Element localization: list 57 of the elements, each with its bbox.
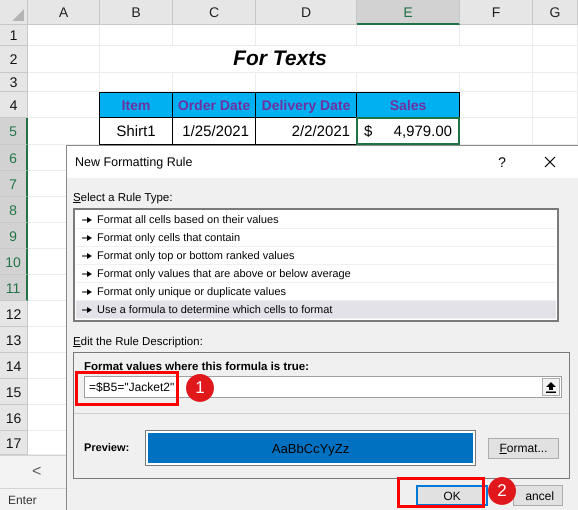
column-header[interactable]: F — [460, 0, 533, 25]
sales-amount: 4,979.00 — [394, 122, 452, 140]
currency-symbol: $ — [364, 122, 372, 140]
ok-button[interactable]: OK — [416, 485, 488, 506]
row-header[interactable]: 14 — [0, 353, 28, 379]
status-mode: Enter — [8, 492, 37, 506]
table-header: Order Date — [172, 92, 256, 118]
format-button[interactable]: Format... — [488, 438, 559, 458]
row-header[interactable]: 10 — [0, 249, 28, 275]
upload-arrow-icon — [546, 382, 556, 392]
section-label: Select a Rule Type: — [73, 192, 174, 204]
select-all-button[interactable] — [0, 0, 28, 25]
empty-cell[interactable] — [173, 25, 256, 46]
column-header[interactable]: E — [357, 0, 460, 25]
selected-cell[interactable]: $ 4,979.00 — [356, 117, 460, 145]
row-header[interactable]: 8 — [0, 197, 28, 223]
row-header[interactable]: 6 — [0, 145, 28, 171]
row-header[interactable]: 16 — [0, 405, 28, 431]
row-header[interactable]: 7 — [0, 171, 28, 197]
collapse-button[interactable] — [542, 378, 560, 396]
previous-sheet-button[interactable]: < — [28, 463, 46, 481]
row-header[interactable]: 1 — [0, 25, 28, 46]
row-header[interactable]: 2 — [0, 46, 28, 73]
empty-cell[interactable] — [100, 25, 173, 46]
corner-triangle-icon — [12, 9, 24, 21]
preview-sample: AaBbCcYyZz — [272, 440, 350, 456]
column-header[interactable]: C — [173, 0, 256, 25]
section-label: Edit the Rule Description: — [73, 336, 204, 348]
table-header: Sales — [356, 92, 460, 118]
cancel-button[interactable]: ancel — [513, 485, 563, 506]
dialog-title: New Formatting Rule — [75, 155, 194, 169]
column-header[interactable]: D — [256, 0, 357, 25]
row-header[interactable]: 15 — [0, 379, 28, 405]
close-icon — [544, 156, 556, 168]
sheet-title: For Texts — [100, 46, 460, 73]
table-header: Delivery Date — [255, 92, 357, 118]
empty-cell[interactable] — [460, 25, 533, 46]
row-header[interactable]: 5 — [0, 118, 28, 145]
empty-cell[interactable] — [460, 73, 533, 92]
row-header[interactable]: 11 — [0, 275, 28, 301]
row-header[interactable]: 9 — [0, 223, 28, 249]
row-header[interactable]: 12 — [0, 301, 28, 327]
row-header[interactable]: 17 — [0, 431, 28, 455]
column-header[interactable]: B — [100, 0, 173, 25]
help-button[interactable]: ? — [479, 153, 525, 171]
preview-label: Preview: — [84, 442, 130, 454]
column-header[interactable]: G — [533, 0, 578, 25]
row-header[interactable]: 4 — [0, 92, 28, 118]
rule-type-item[interactable]: Use a formula to determine which cells to format — [76, 301, 556, 319]
formula-label: Format values where this formula is true: — [84, 361, 310, 373]
empty-cell[interactable] — [256, 25, 357, 46]
column-header[interactable]: A — [28, 0, 100, 25]
empty-cell[interactable] — [533, 25, 578, 46]
table-header: Item — [99, 92, 173, 118]
row-header[interactable]: 13 — [0, 327, 28, 353]
row-header[interactable]: 3 — [0, 73, 28, 92]
empty-cell[interactable] — [357, 25, 460, 46]
